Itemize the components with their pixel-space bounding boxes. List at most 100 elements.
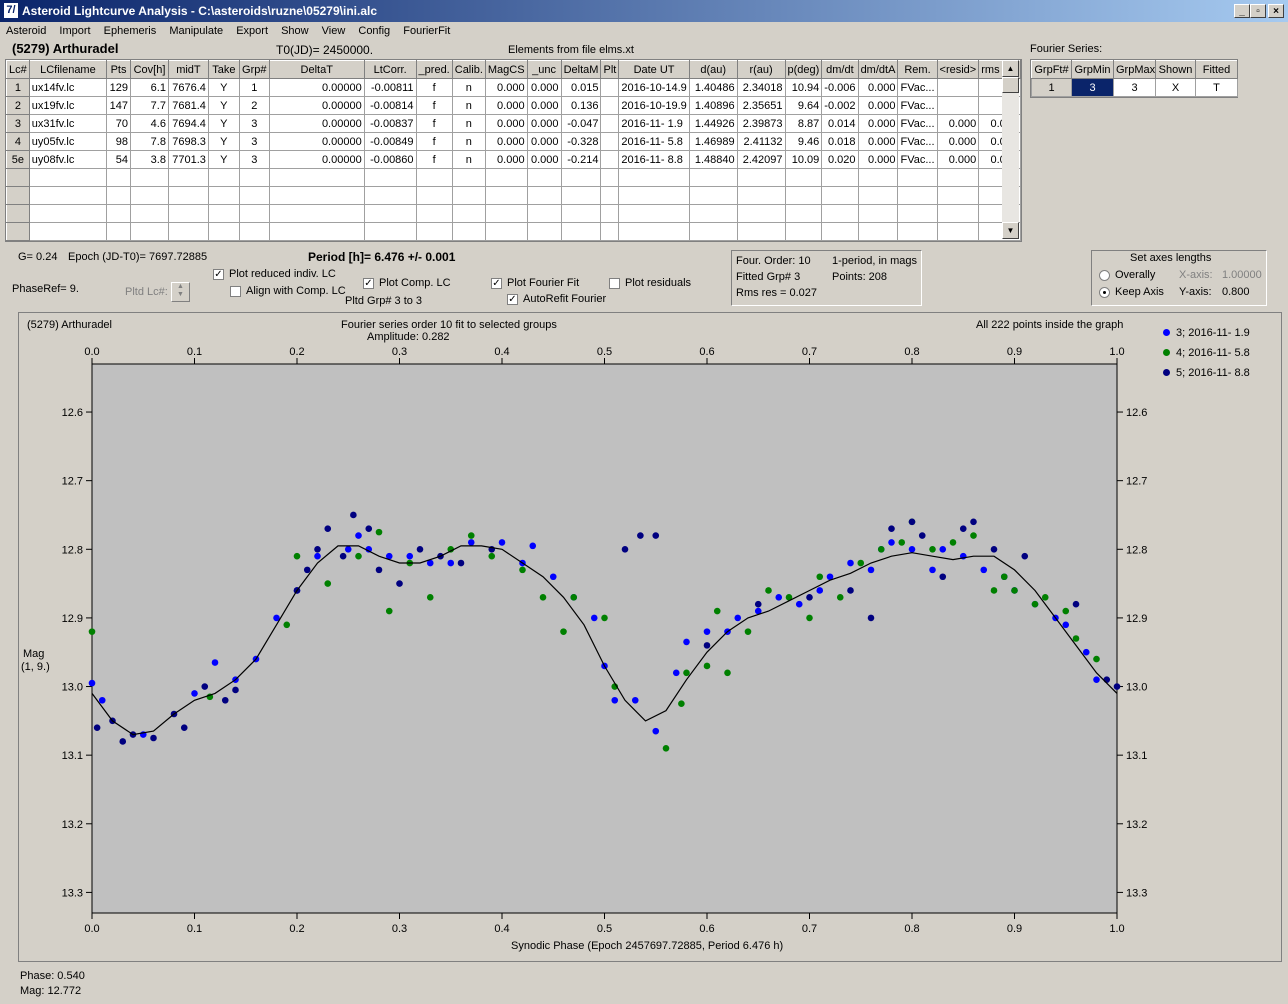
grid-cell[interactable]: 10.94 [784, 78, 823, 97]
lightcurve-chart[interactable]: 0.0 0.0 0.1 0.1 0.2 0.2 0.3 0.3 0.4 0.4 0.5 0.5 0.6 0… [19, 313, 1281, 961]
grid-cell[interactable]: ux14fv.lc [28, 78, 108, 97]
row-header[interactable]: 2 [6, 96, 30, 115]
grid-col-header[interactable]: Cov[h] [130, 60, 169, 79]
grid-cell[interactable] [857, 168, 899, 187]
table-row-empty[interactable] [6, 168, 1021, 187]
align-checkbox[interactable]: Align with Comp. LC [230, 285, 346, 297]
grid-cell[interactable] [167, 204, 209, 223]
fourier-col-fitted[interactable]: Fitted [1195, 60, 1238, 79]
scroll-thumb[interactable] [1002, 77, 1019, 93]
grid-cell[interactable]: FVac... [897, 150, 938, 169]
grid-cell[interactable] [784, 222, 823, 241]
table-row-empty[interactable] [6, 204, 1021, 223]
row-header[interactable]: 3 [6, 114, 30, 133]
grid-cell[interactable] [130, 204, 169, 223]
grid-cell[interactable] [526, 168, 562, 187]
grid-cell[interactable] [618, 204, 690, 223]
grid-cell[interactable]: f [415, 150, 453, 169]
grid-cell[interactable] [600, 96, 620, 115]
grid-cell[interactable]: 7694.4 [167, 114, 209, 133]
grid-cell[interactable] [600, 114, 620, 133]
grid-cell[interactable]: 1.44926 [688, 114, 738, 133]
grid-cell[interactable] [106, 222, 132, 241]
plot-residuals-checkbox[interactable]: Plot residuals [609, 277, 691, 289]
grid-cell[interactable] [415, 204, 453, 223]
grid-cell[interactable] [28, 222, 108, 241]
grid-cell[interactable]: 98 [106, 132, 132, 151]
grid-cell[interactable]: 2016-11- 5.8 [618, 132, 690, 151]
grid-col-header[interactable]: DeltaT [268, 60, 365, 79]
grid-cell[interactable]: Y [207, 150, 240, 169]
grid-cell[interactable] [415, 186, 453, 205]
fourier-cell-grpmin[interactable]: 3 [1071, 78, 1114, 97]
grid-cell[interactable] [6, 222, 30, 241]
table-row[interactable]: 2 ux19fv.lc 147 7.7 7681.4 Y 2 0.00000 -0.00814 f… [6, 96, 1021, 115]
grid-cell[interactable]: 7681.4 [167, 96, 209, 115]
grid-cell[interactable] [6, 168, 30, 187]
grid-cell[interactable]: 7676.4 [167, 78, 209, 97]
grid-cell[interactable] [560, 168, 602, 187]
grid-cell[interactable]: 0.000 [484, 78, 528, 97]
grid-cell[interactable]: 0.000 [936, 132, 980, 151]
fourier-col-grpmin[interactable]: GrpMin [1071, 60, 1114, 79]
grid-cell[interactable] [936, 186, 980, 205]
grid-cell[interactable]: 0.000 [484, 150, 528, 169]
grid-cell[interactable] [268, 204, 365, 223]
grid-cell[interactable]: 0.000 [936, 114, 980, 133]
grid-cell[interactable]: -0.214 [560, 150, 602, 169]
grid-cell[interactable] [207, 168, 240, 187]
grid-cell[interactable]: 2.35651 [736, 96, 786, 115]
grid-col-header[interactable]: Grp# [238, 60, 270, 79]
grid-cell[interactable] [130, 168, 169, 187]
grid-cell[interactable] [618, 222, 690, 241]
grid-cell[interactable]: n [451, 150, 486, 169]
grid-cell[interactable]: f [415, 132, 453, 151]
grid-cell[interactable] [28, 186, 108, 205]
menu-config[interactable]: Config [352, 23, 394, 37]
grid-cell[interactable] [6, 204, 30, 223]
grid-cell[interactable] [451, 222, 486, 241]
menu-import[interactable]: Import [53, 23, 94, 37]
grid-cell[interactable]: 2016-10-14.9 [618, 78, 690, 97]
grid-cell[interactable]: 1.40486 [688, 78, 738, 97]
table-row-empty[interactable] [6, 222, 1021, 241]
grid-cell[interactable] [618, 168, 690, 187]
grid-cell[interactable]: FVac... [897, 132, 938, 151]
yaxis-value[interactable]: 0.800 [1222, 286, 1250, 298]
grid-cell[interactable] [526, 222, 562, 241]
grid-cell[interactable]: 0.000 [526, 114, 562, 133]
grid-cell[interactable] [821, 222, 859, 241]
grid-cell[interactable] [736, 186, 786, 205]
grid-cell[interactable]: 0.00000 [268, 78, 365, 97]
grid-cell[interactable]: 0.015 [560, 78, 602, 97]
grid-col-header[interactable]: Lc# [6, 60, 30, 79]
menu-manipulate[interactable]: Manipulate [163, 23, 227, 37]
grid-cell[interactable]: n [451, 78, 486, 97]
grid-cell[interactable]: 147 [106, 96, 132, 115]
grid-cell[interactable]: f [415, 96, 453, 115]
grid-cell[interactable] [415, 222, 453, 241]
grid-cell[interactable] [363, 186, 417, 205]
grid-cell[interactable]: 0.000 [526, 96, 562, 115]
grid-cell[interactable]: 0.000 [526, 150, 562, 169]
grid-cell[interactable]: -0.00849 [363, 132, 417, 151]
grid-cell[interactable] [821, 168, 859, 187]
grid-col-header[interactable]: r(au) [736, 60, 786, 79]
grid-cell[interactable]: 2016-11- 8.8 [618, 150, 690, 169]
grid-col-header[interactable]: Date UT [618, 60, 690, 79]
grid-cell[interactable] [484, 168, 528, 187]
grid-cell[interactable]: 6.1 [130, 78, 169, 97]
menu-fourierfit[interactable]: FourierFit [397, 23, 454, 37]
grid-cell[interactable] [936, 168, 980, 187]
grid-cell[interactable]: 0.000 [857, 114, 899, 133]
grid-cell[interactable] [560, 186, 602, 205]
menu-export[interactable]: Export [230, 23, 272, 37]
grid-cell[interactable]: 0.000 [484, 96, 528, 115]
fourier-cell-fitted[interactable]: T [1195, 78, 1238, 97]
grid-cell[interactable]: 7701.3 [167, 150, 209, 169]
grid-cell[interactable]: 3 [238, 150, 270, 169]
grid-cell[interactable]: ux31fv.lc [28, 114, 108, 133]
grid-cell[interactable]: f [415, 114, 453, 133]
grid-col-header[interactable]: Pts [106, 60, 132, 79]
grid-cell[interactable] [526, 204, 562, 223]
